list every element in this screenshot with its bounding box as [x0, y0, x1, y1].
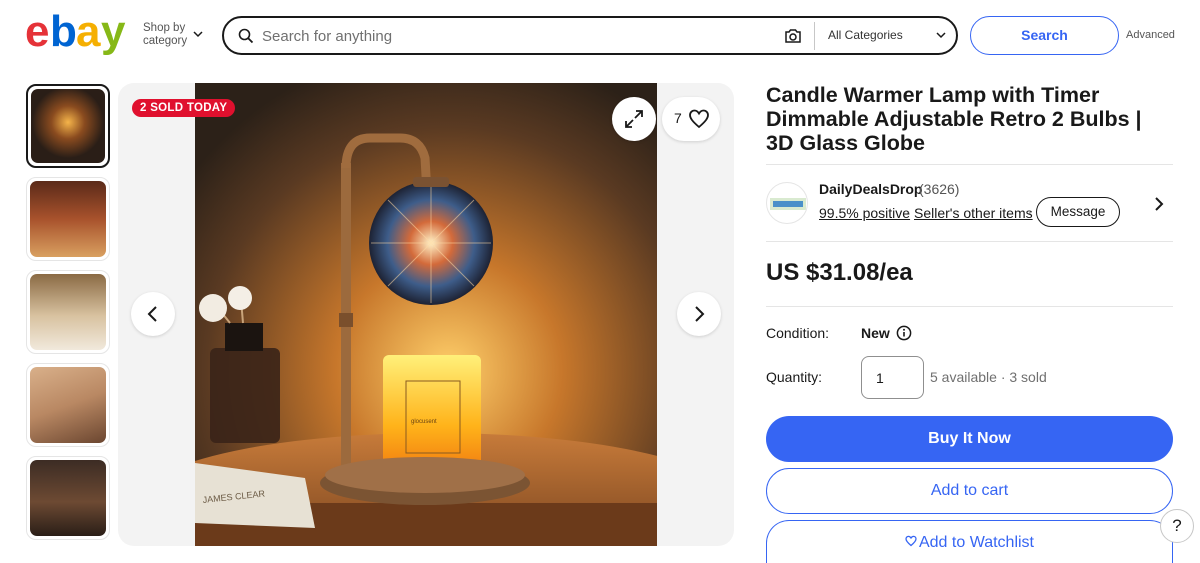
shop-by-line2: category — [143, 35, 188, 47]
search-icon — [238, 28, 254, 44]
ebay-logo-graphic: e b a y — [25, 7, 130, 56]
ebay-logo[interactable]: e b a y — [25, 7, 131, 56]
seller-positive-feedback[interactable]: 99.5% positive — [819, 205, 910, 221]
price: US $31.08/ea — [766, 259, 913, 286]
quantity-input[interactable] — [861, 356, 924, 399]
product-photo: JAMES CLEAR glocusent — [195, 83, 657, 546]
chevron-down-icon — [936, 32, 946, 39]
thumbnail-4[interactable] — [26, 363, 110, 447]
seller-avatar-graphic — [770, 198, 806, 210]
chevron-right-icon — [695, 306, 705, 322]
seller-name[interactable]: DailyDealsDrop — [819, 181, 922, 197]
previous-image-button[interactable] — [131, 292, 175, 336]
add-to-cart-button[interactable]: Add to cart — [766, 468, 1173, 514]
availability-text: 5 available · 3 sold — [930, 369, 1047, 385]
message-seller-button[interactable]: Message — [1036, 197, 1120, 227]
logo-letter-y: y — [101, 10, 126, 56]
search-bar: All Categories — [222, 16, 958, 55]
search-divider — [814, 22, 815, 50]
thumbnail-5[interactable] — [26, 456, 110, 540]
thumbnail-image — [30, 274, 106, 350]
expand-icon — [625, 110, 643, 128]
heart-icon — [905, 535, 917, 547]
help-button[interactable]: ? — [1160, 509, 1194, 543]
shop-by-line1: Shop by — [143, 22, 186, 34]
thumbnail-2[interactable] — [26, 177, 110, 261]
candle-text: glocusent — [411, 419, 437, 425]
chevron-right-icon[interactable] — [1152, 196, 1166, 212]
thumbnail-3[interactable] — [26, 270, 110, 354]
divider — [766, 306, 1173, 307]
seller-avatar[interactable] — [766, 182, 808, 224]
condition-label: Condition: — [766, 325, 830, 341]
seller-other-items-link[interactable]: Seller's other items — [914, 205, 1033, 221]
condition-value: New — [861, 325, 890, 341]
thumbnail-image — [31, 89, 105, 163]
quantity-label: Quantity: — [766, 369, 823, 385]
buy-it-now-button[interactable]: Buy It Now — [766, 416, 1173, 462]
logo-letter-b: b — [50, 10, 76, 56]
logo-letter-e: e — [25, 10, 48, 56]
camera-icon[interactable] — [784, 28, 802, 44]
search-button[interactable]: Search — [970, 16, 1119, 55]
advanced-search-link[interactable]: Advanced — [1126, 29, 1175, 41]
add-to-watchlist-label: Add to Watchlist — [918, 534, 1034, 551]
heart-icon — [689, 109, 709, 129]
watch-count: 7 — [674, 110, 682, 126]
separator-dot: · — [906, 205, 910, 219]
thumbnail-image — [30, 367, 106, 443]
sold-today-badge: 2 SOLD TODAY — [132, 99, 236, 117]
info-icon[interactable] — [896, 325, 912, 341]
expand-button[interactable] — [612, 97, 656, 141]
thumbnail-1[interactable] — [26, 84, 110, 168]
add-to-watchlist-button[interactable]: Add to Watchlist — [766, 520, 1173, 563]
logo-letter-a: a — [76, 10, 101, 56]
seller-feedback-score: (3626) — [919, 181, 960, 197]
watch-count-button[interactable]: 7 — [662, 97, 720, 141]
separator-dot: · — [1028, 205, 1032, 219]
next-image-button[interactable] — [677, 292, 721, 336]
divider — [766, 241, 1173, 242]
thumbnail-image — [30, 181, 106, 257]
divider — [766, 164, 1173, 165]
category-select[interactable]: All Categories — [828, 28, 903, 42]
chevron-left-icon — [147, 306, 157, 322]
header: e b a y Shop by category All Categories … — [0, 0, 1200, 70]
main-image-viewer[interactable]: JAMES CLEAR glocusent — [118, 83, 734, 546]
product-title: Candle Warmer Lamp with Timer Dimmable A… — [766, 83, 1142, 155]
product-photo-graphic: JAMES CLEAR glocusent — [195, 83, 657, 546]
chevron-down-icon — [193, 31, 203, 38]
shop-by-category[interactable]: Shop by category — [143, 22, 203, 48]
search-input[interactable] — [262, 24, 762, 48]
thumbnail-image — [30, 460, 106, 536]
